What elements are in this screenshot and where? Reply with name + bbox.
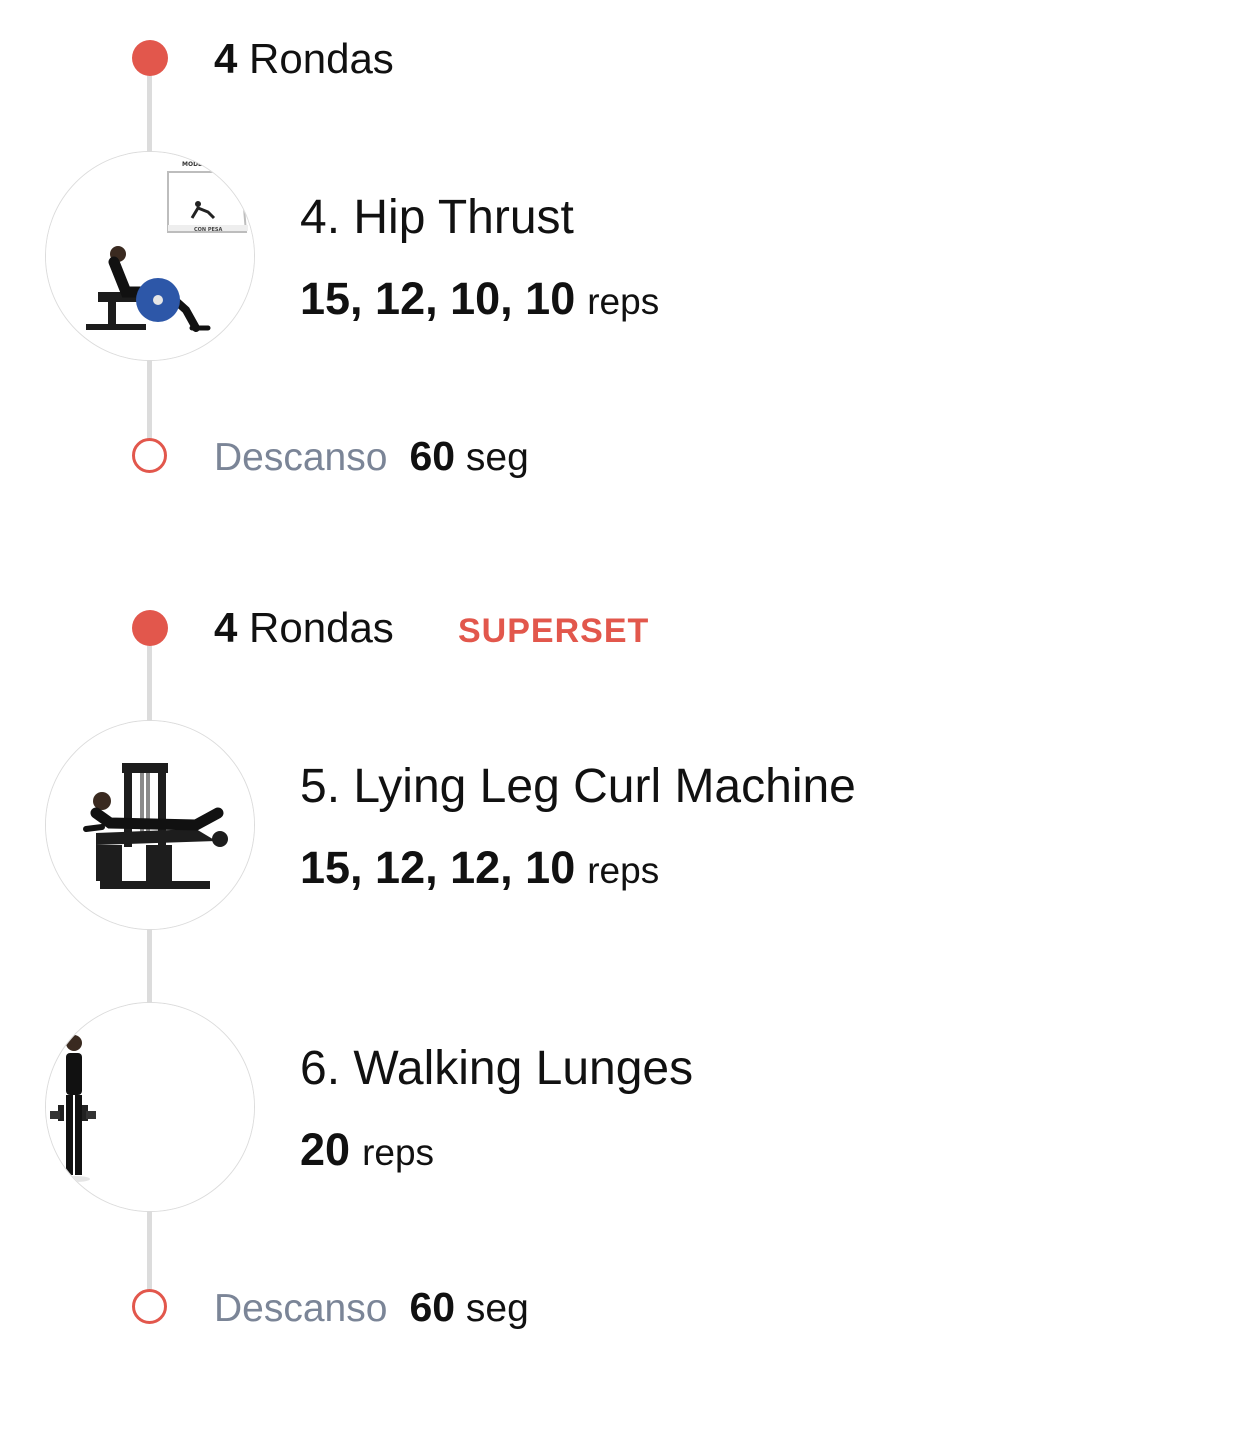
rest-row: Descanso 60 seg bbox=[214, 1284, 529, 1330]
reps-values: 20 bbox=[300, 1124, 351, 1175]
rounds-label: Rondas bbox=[249, 604, 394, 651]
round-header: 4 Rondas bbox=[214, 38, 394, 80]
leg-curl-machine-thumbnail-icon[interactable] bbox=[45, 720, 255, 930]
exercise-reps: 15, 12, 10, 10 reps bbox=[300, 276, 659, 321]
superset-badge: SUPERSET bbox=[458, 612, 650, 650]
reps-unit: reps bbox=[587, 281, 660, 322]
rest-marker-dot bbox=[132, 438, 167, 473]
reps-values: 15, 12, 10, 10 bbox=[300, 273, 576, 324]
rest-row: Descanso 60 seg bbox=[214, 433, 529, 479]
rounds-count: 4 bbox=[214, 604, 238, 651]
round-marker-dot bbox=[132, 610, 168, 646]
round-marker-dot bbox=[132, 40, 168, 76]
exercise-reps: 20 reps bbox=[300, 1127, 434, 1172]
thumbnail-caption-bottom: CON PESA bbox=[194, 227, 223, 233]
rest-label: Descanso bbox=[214, 436, 388, 479]
rest-label: Descanso bbox=[214, 1287, 388, 1330]
exercise-title[interactable]: 6. Walking Lunges bbox=[300, 1045, 693, 1093]
rest-unit: seg bbox=[465, 1287, 529, 1330]
hip-thrust-thumbnail-icon[interactable]: MODE CON PESA bbox=[45, 151, 255, 361]
exercise-title[interactable]: 4. Hip Thrust bbox=[300, 194, 574, 242]
reps-unit: reps bbox=[362, 1132, 435, 1173]
walking-lunges-thumbnail-icon[interactable] bbox=[45, 1002, 255, 1212]
rest-value: 60 bbox=[409, 1284, 456, 1330]
rounds-label: Rondas bbox=[249, 35, 394, 82]
rest-value: 60 bbox=[409, 433, 456, 479]
round-header: 4 Rondas bbox=[214, 607, 394, 649]
rest-unit: seg bbox=[465, 436, 529, 479]
reps-unit: reps bbox=[587, 850, 660, 891]
rest-marker-dot bbox=[132, 1289, 167, 1324]
reps-values: 15, 12, 12, 10 bbox=[300, 842, 576, 893]
rounds-count: 4 bbox=[214, 35, 238, 82]
thumbnail-caption-top: MODE bbox=[182, 161, 202, 168]
exercise-reps: 15, 12, 12, 10 reps bbox=[300, 845, 659, 890]
exercise-title[interactable]: 5. Lying Leg Curl Machine bbox=[300, 763, 856, 811]
